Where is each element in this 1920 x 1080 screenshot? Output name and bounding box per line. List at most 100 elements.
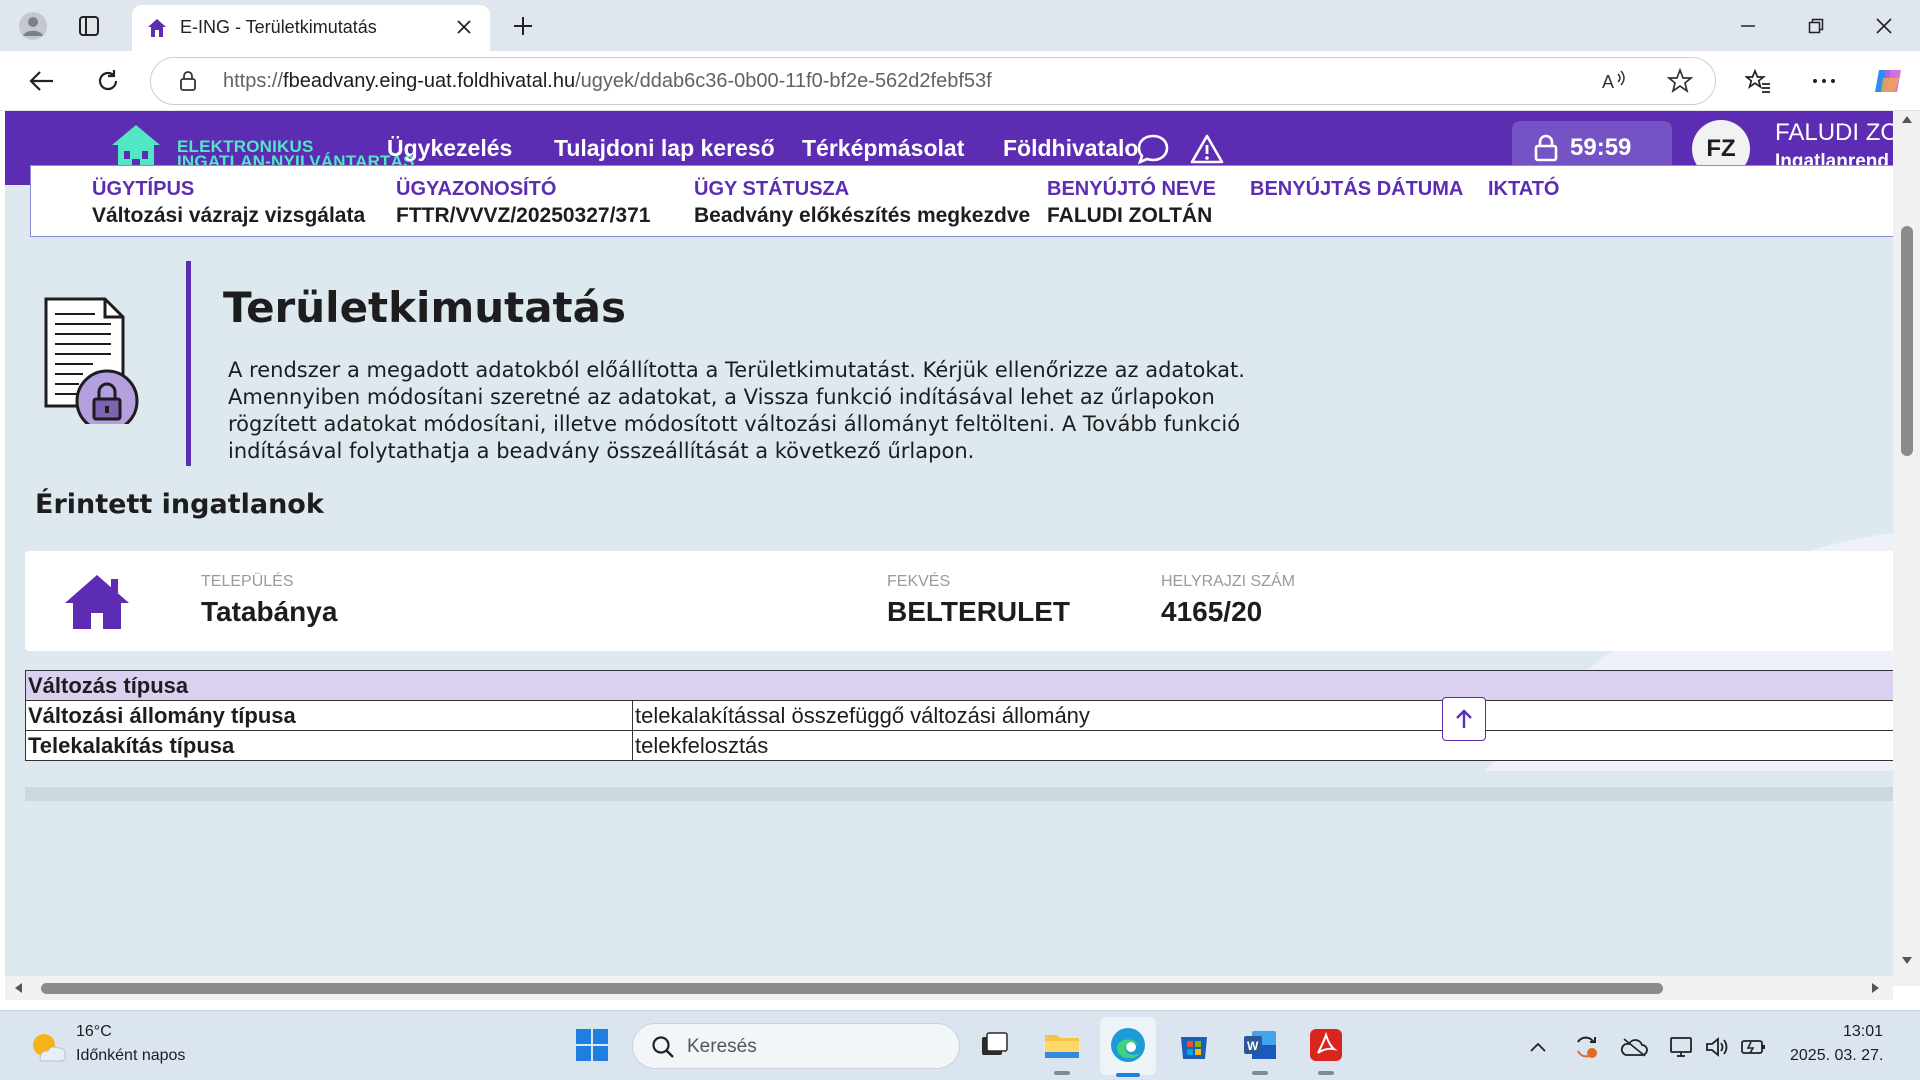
timer-lock-icon bbox=[1534, 134, 1558, 162]
sync-icon[interactable] bbox=[1572, 1033, 1600, 1061]
table-header-cell: Változás típusa bbox=[25, 670, 1893, 701]
battery-icon[interactable] bbox=[1740, 1033, 1768, 1061]
weather-description[interactable]: Időnként napos bbox=[76, 1047, 185, 1065]
weather-sun-icon[interactable] bbox=[28, 1029, 68, 1065]
scroll-right-arrow-icon[interactable] bbox=[1871, 982, 1881, 994]
case-status-value: Beadvány előkészítés megkezdve bbox=[694, 204, 1031, 227]
nav-ugykezeles[interactable]: Ügykezelés bbox=[387, 135, 512, 162]
read-aloud-icon[interactable]: A bbox=[1601, 68, 1629, 98]
search-placeholder: Keresés bbox=[687, 1036, 757, 1057]
task-view-icon[interactable] bbox=[974, 1025, 1014, 1065]
close-window-icon[interactable] bbox=[1854, 6, 1914, 46]
scroll-down-arrow-icon[interactable] bbox=[1901, 956, 1913, 966]
word-icon[interactable]: W bbox=[1240, 1025, 1280, 1065]
intro-text: A rendszer a megadott adatokból előállít… bbox=[228, 358, 1245, 463]
parcel-number-value: 4165/20 bbox=[1161, 596, 1263, 627]
case-type-label: ÜGYTÍPUS bbox=[92, 178, 195, 200]
scroll-to-top-button[interactable] bbox=[1442, 697, 1486, 741]
nav-terkepmasolat[interactable]: Térképmásolat bbox=[802, 135, 964, 162]
edge-active-indicator bbox=[1116, 1073, 1140, 1077]
favorite-star-icon[interactable] bbox=[1666, 67, 1694, 98]
word-running-indicator bbox=[1252, 1071, 1268, 1075]
minimize-icon[interactable] bbox=[1718, 6, 1778, 46]
restore-icon[interactable] bbox=[1786, 6, 1846, 46]
location-value: BELTERULET bbox=[887, 596, 1071, 627]
nav-tulajdoni-lap-kereso[interactable]: Tulajdoni lap kereső bbox=[554, 135, 775, 162]
tab-close-icon[interactable] bbox=[450, 13, 478, 41]
vertical-scroll-thumb[interactable] bbox=[1901, 226, 1913, 456]
file-explorer-icon[interactable] bbox=[1042, 1025, 1082, 1065]
windows-taskbar: 16°C Időnként napos Keresés W 13:01 2025… bbox=[0, 1010, 1920, 1080]
acrobat-running-indicator bbox=[1318, 1071, 1334, 1075]
vertical-scrollbar[interactable] bbox=[1893, 111, 1920, 986]
case-status-label: ÜGY STÁTUSZA bbox=[694, 178, 850, 200]
chat-icon[interactable] bbox=[1133, 129, 1173, 169]
search-icon bbox=[652, 1036, 674, 1058]
nav-foldhivatalok[interactable]: Földhivatalo bbox=[1003, 135, 1138, 162]
case-type-value: Változási vázrajz vizsgálata bbox=[92, 204, 366, 227]
section-title: Érintett ingatlanok bbox=[35, 489, 324, 520]
copilot-icon[interactable] bbox=[1868, 61, 1908, 101]
start-windows-icon[interactable] bbox=[572, 1025, 612, 1065]
table-header-row: Változás típusa bbox=[25, 670, 1893, 701]
more-icon[interactable] bbox=[1804, 61, 1844, 101]
acrobat-icon[interactable] bbox=[1306, 1025, 1346, 1065]
table-row-key: Telekalakítás típusa bbox=[25, 730, 633, 761]
microsoft-store-icon[interactable] bbox=[1174, 1025, 1214, 1065]
user-name[interactable]: FALUDI ZO bbox=[1775, 119, 1893, 147]
weather-temperature[interactable]: 16°C bbox=[76, 1023, 112, 1041]
site-favicon-icon bbox=[148, 19, 166, 37]
property-card: TELEPÜLÉS Tatabánya FEKVÉS BELTERULET HE… bbox=[25, 551, 1893, 651]
lock-icon[interactable] bbox=[179, 70, 197, 92]
change-type-table: Változás típusa Változási állomány típus… bbox=[25, 670, 1893, 761]
filing-number-label: IKTATÓ bbox=[1488, 178, 1560, 200]
scroll-up-arrow-icon[interactable] bbox=[1901, 114, 1913, 124]
house-icon bbox=[65, 575, 129, 629]
page-title: Területkimutatás bbox=[223, 283, 626, 332]
favorites-icon[interactable] bbox=[1738, 61, 1778, 101]
content-bottom-band bbox=[25, 787, 1893, 801]
tab-active[interactable]: E-ING - Területkimutatás bbox=[132, 5, 490, 51]
new-tab-icon[interactable] bbox=[504, 7, 542, 45]
submitter-name-value: FALUDI ZOLTÁN bbox=[1047, 204, 1213, 227]
table-row-value: telekfelosztás bbox=[632, 730, 1893, 761]
table-row: Változási állomány típusa telekalakításs… bbox=[25, 700, 1893, 731]
tab-title: E-ING - Területkimutatás bbox=[180, 17, 377, 37]
clock-date[interactable]: 2025. 03. 27. bbox=[1790, 1047, 1883, 1065]
address-bar[interactable]: https://fbeadvany.eing-uat.foldhivatal.h… bbox=[150, 57, 1716, 105]
svg-text:W: W bbox=[1247, 1039, 1259, 1053]
warning-icon[interactable] bbox=[1187, 129, 1227, 169]
reload-icon[interactable] bbox=[88, 61, 128, 101]
taskbar-search-input[interactable]: Keresés bbox=[632, 1023, 960, 1069]
timer-value: 59:59 bbox=[1570, 134, 1632, 161]
location-label: FEKVÉS bbox=[887, 573, 951, 590]
onedrive-icon[interactable] bbox=[1620, 1033, 1648, 1061]
scroll-left-arrow-icon[interactable] bbox=[13, 982, 23, 994]
table-row: Telekalakítás típusa telekfelosztás bbox=[25, 730, 1893, 761]
edge-browser-icon[interactable] bbox=[1108, 1025, 1148, 1065]
volume-icon[interactable] bbox=[1703, 1033, 1731, 1061]
profile-icon[interactable] bbox=[14, 7, 52, 45]
svg-text:A: A bbox=[1602, 72, 1614, 92]
parcel-number-label: HELYRAJZI SZÁM bbox=[1161, 573, 1295, 590]
browser-toolbar: https://fbeadvany.eing-uat.foldhivatal.h… bbox=[0, 51, 1920, 111]
submitter-name-label: BENYÚJTÓ NEVE bbox=[1047, 178, 1216, 200]
case-id-label: ÜGYAZONOSÍTÓ bbox=[396, 178, 557, 200]
clock-time[interactable]: 13:01 bbox=[1843, 1023, 1883, 1041]
table-row-value: telekalakítással összefüggő változási ál… bbox=[632, 700, 1893, 731]
case-info-card: ÜGYTÍPUS Változási vázrajz vizsgálata ÜG… bbox=[30, 165, 1893, 237]
url-text[interactable]: https://fbeadvany.eing-uat.foldhivatal.h… bbox=[223, 70, 992, 93]
back-icon[interactable] bbox=[22, 61, 62, 101]
arrow-up-icon bbox=[1456, 709, 1472, 728]
browser-tab-bar: E-ING - Területkimutatás bbox=[0, 0, 1920, 51]
settlement-value: Tatabánya bbox=[201, 596, 338, 627]
page-viewport: ELEKTRONIKUS INGATLAN-NYILVÁNTARTÁS Ügyk… bbox=[5, 111, 1893, 986]
tab-actions-icon[interactable] bbox=[70, 7, 108, 45]
network-icon[interactable] bbox=[1668, 1033, 1696, 1061]
table-row-key: Változási állomány típusa bbox=[25, 700, 633, 731]
horizontal-scrollbar[interactable] bbox=[5, 976, 1893, 1000]
file-explorer-running-indicator bbox=[1054, 1071, 1070, 1075]
submission-date-label: BENYÚJTÁS DÁTUMA bbox=[1250, 178, 1464, 200]
show-hidden-icons-icon[interactable] bbox=[1524, 1033, 1552, 1061]
horizontal-scroll-thumb[interactable] bbox=[41, 983, 1663, 994]
